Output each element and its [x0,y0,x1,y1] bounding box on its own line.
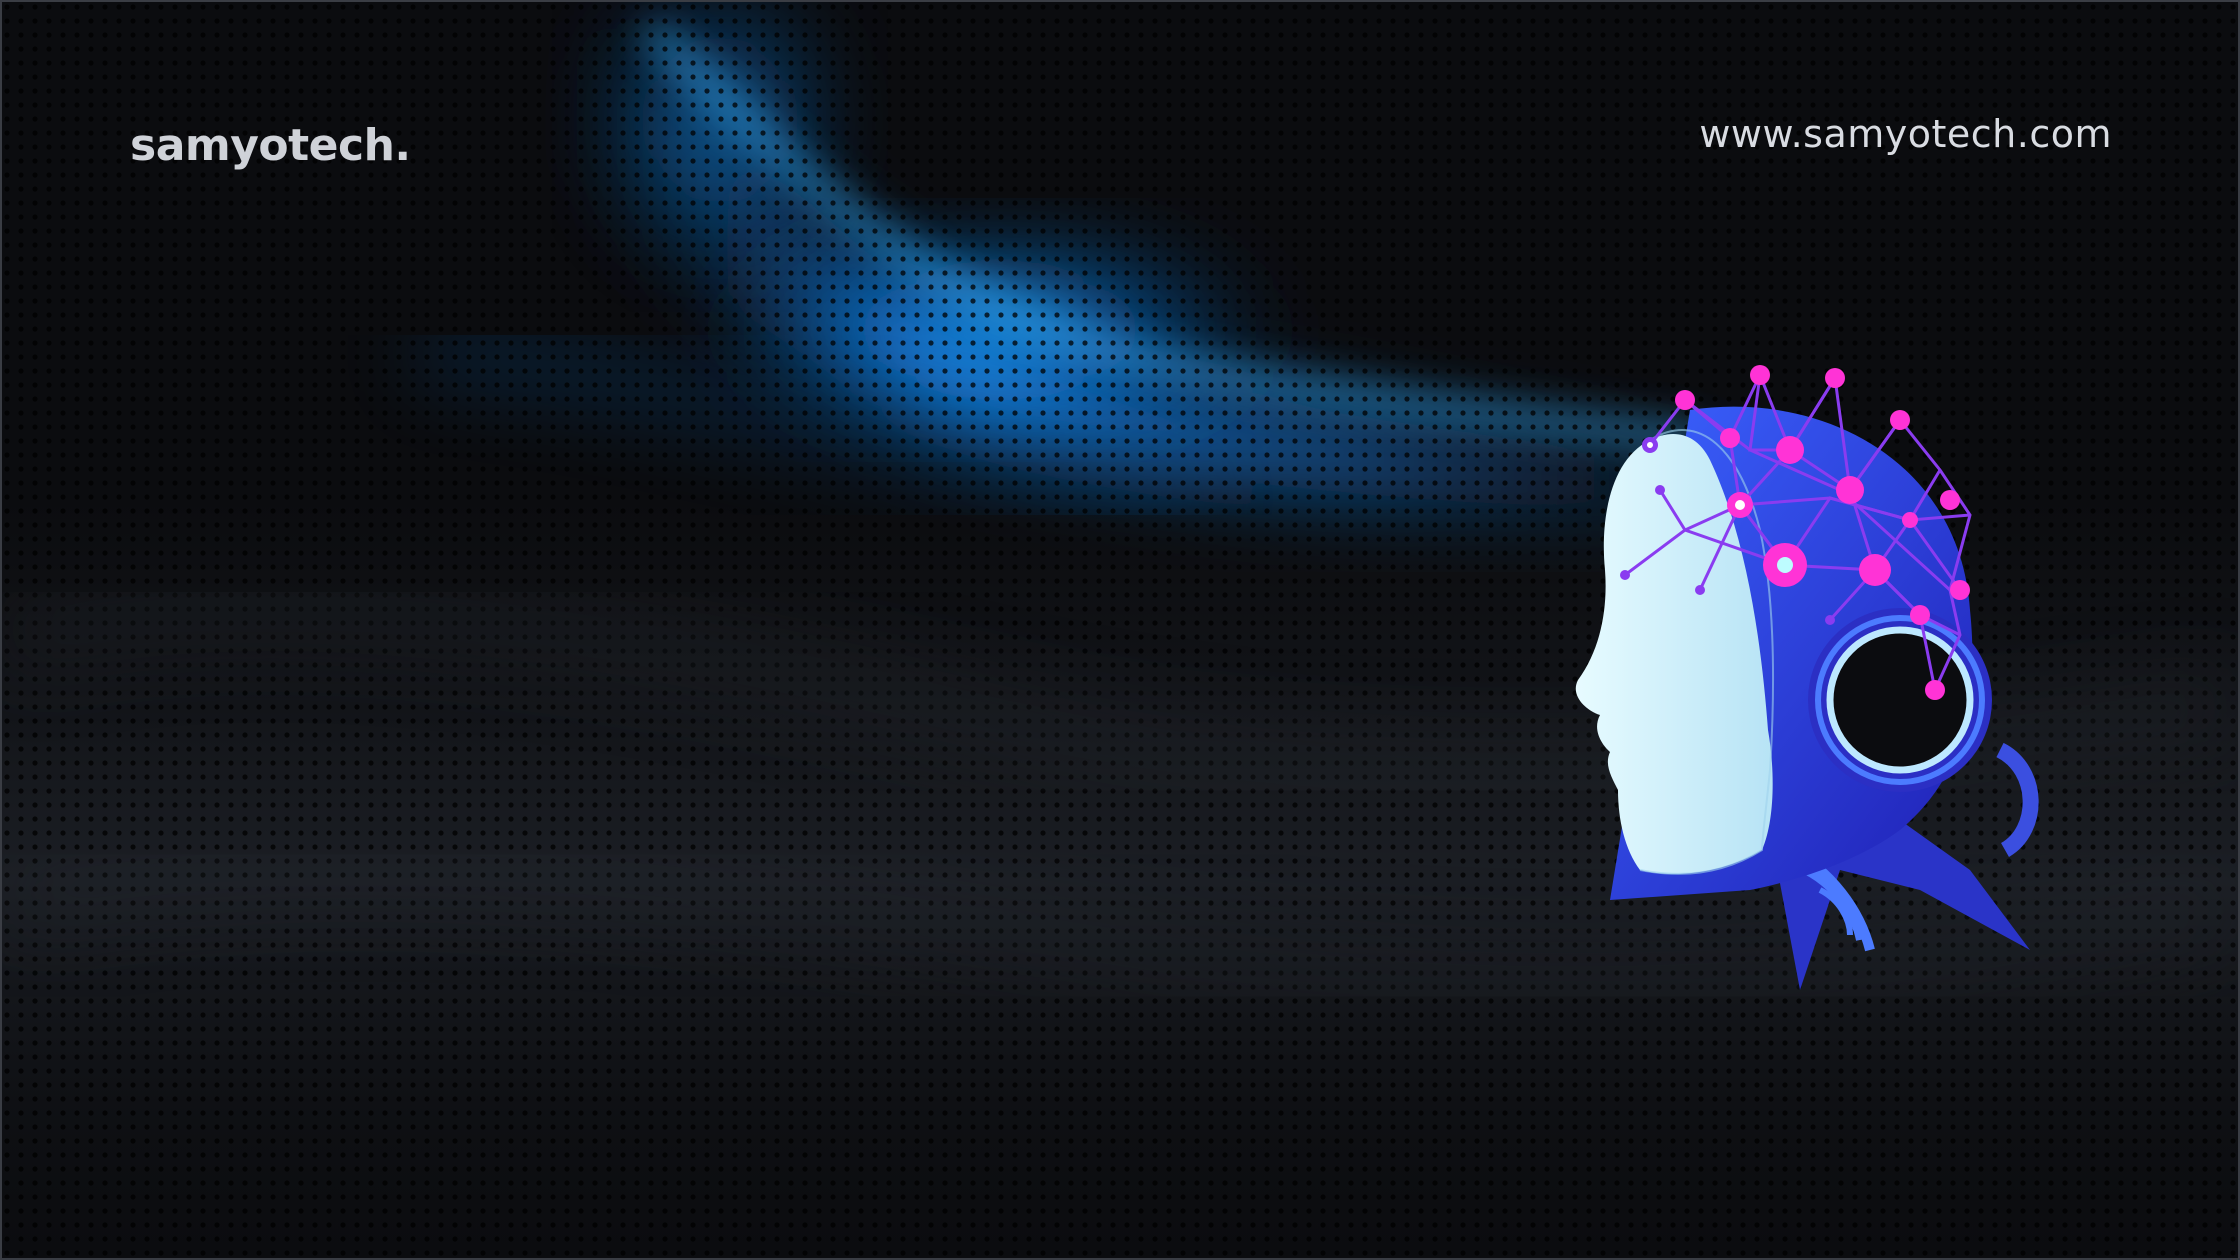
ai-robot-head-illustration [1575,365,2039,990]
hero-banner: samyotech. www.samyotech.com [0,0,2240,1260]
samyotech-logo: samyotech. [130,120,411,171]
website-url: www.samyotech.com [1699,112,2112,156]
